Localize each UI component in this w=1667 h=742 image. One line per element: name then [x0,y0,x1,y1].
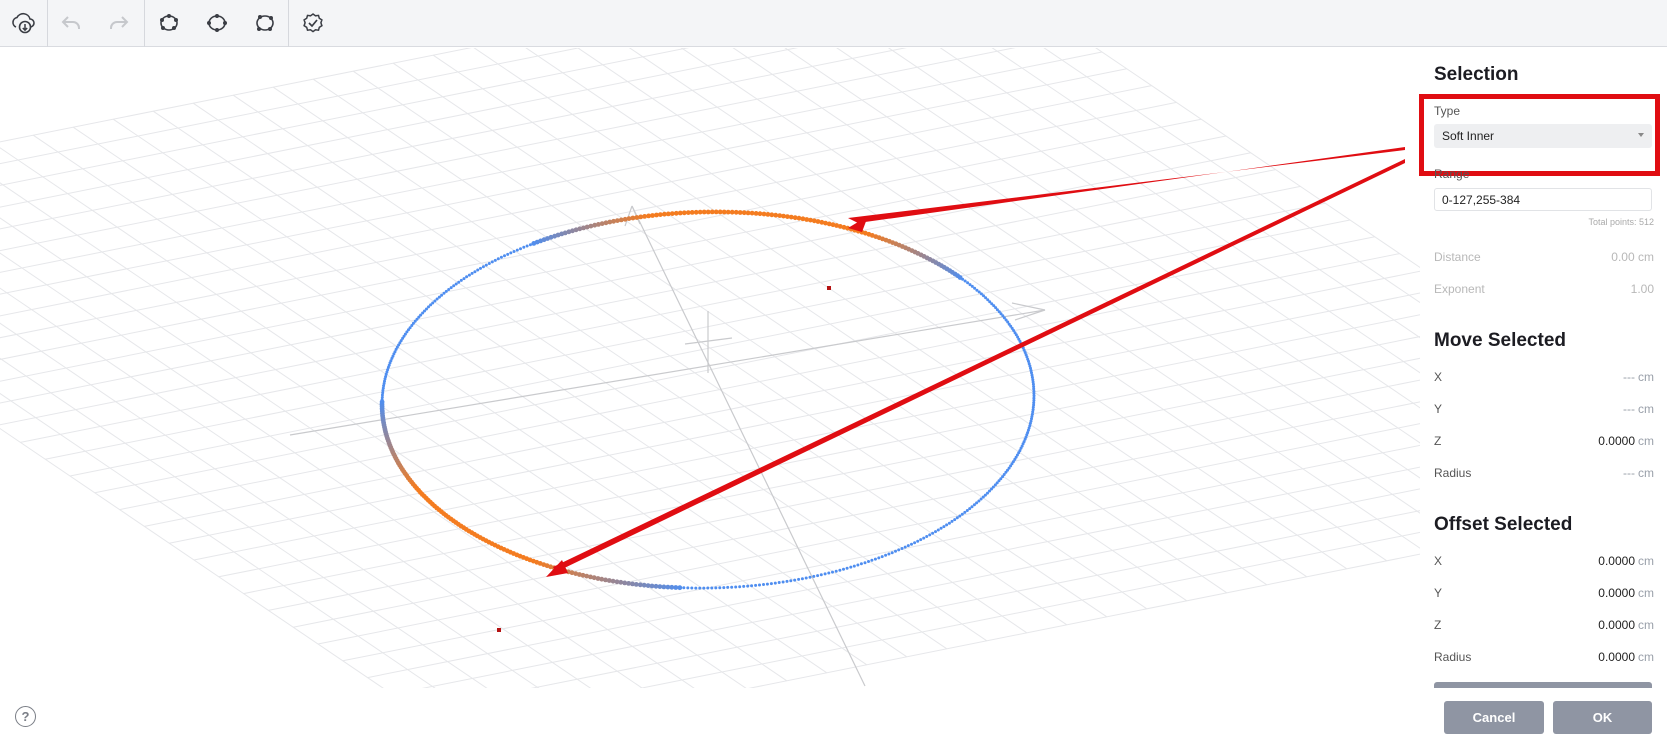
move-label-z: Z [1434,434,1442,448]
move-label-radius: Radius [1434,466,1472,480]
move-value-radius[interactable]: --- cm [1623,466,1654,480]
properties-panel: Selection Type Soft Inner Range 0-127,25… [1434,48,1654,688]
annotation-overlay [546,147,1405,577]
cancel-button[interactable]: Cancel [1444,701,1544,734]
panel-scroll-indicator[interactable] [1434,682,1652,688]
range-input[interactable]: 0-127,255-384 [1434,188,1652,211]
move-selected-title: Move Selected [1434,330,1566,351]
selection-title: Selection [1434,64,1519,85]
range-label: Range [1434,167,1470,181]
range-input-value: 0-127,255-384 [1442,193,1521,207]
chevron-down-icon [1638,133,1644,137]
ok-button[interactable]: OK [1553,701,1652,734]
offset-value-x[interactable]: 0.0000 cm [1598,554,1654,568]
move-label-x: X [1434,370,1443,384]
move-label-y: Y [1434,402,1443,416]
distance-label: Distance [1434,250,1481,264]
exponent-label: Exponent [1434,282,1485,296]
distance-value[interactable]: 0.00 cm [1611,250,1654,264]
type-select-value: Soft Inner [1442,129,1495,143]
move-value-y[interactable]: --- cm [1623,402,1654,416]
offset-value-radius[interactable]: 0.0000 cm [1598,650,1654,664]
move-value-z[interactable]: 0.0000 cm [1598,434,1654,448]
offset-label-x: X [1434,554,1443,568]
exponent-value[interactable]: 1.00 [1631,282,1654,296]
annotation-arrow-bottom [553,159,1405,572]
offset-label-z: Z [1434,618,1442,632]
annotation-arrow-top [848,147,1405,223]
move-value-x[interactable]: --- cm [1623,370,1654,384]
offset-label-y: Y [1434,586,1443,600]
type-select[interactable]: Soft Inner [1434,124,1652,148]
type-label: Type [1434,104,1461,118]
offset-label-radius: Radius [1434,650,1472,664]
offset-selected-title: Offset Selected [1434,514,1573,535]
offset-value-z[interactable]: 0.0000 cm [1598,618,1654,632]
offset-value-y[interactable]: 0.0000 cm [1598,586,1654,600]
help-icon[interactable]: ? [15,706,36,727]
total-points-hint: Total points: 512 [1588,217,1654,227]
